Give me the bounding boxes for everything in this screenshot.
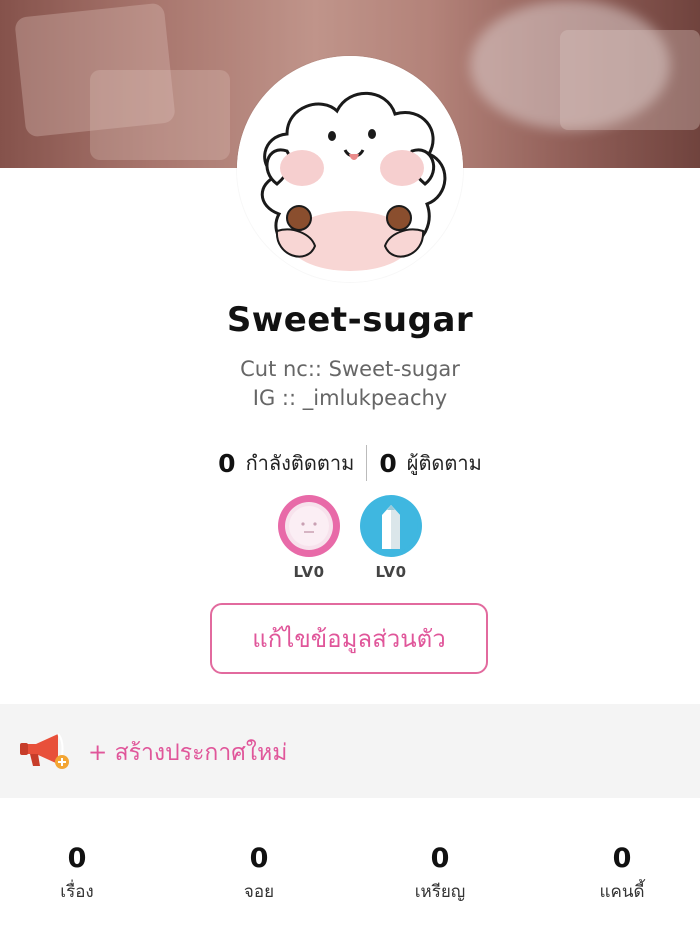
stat-label: จอย	[243, 882, 275, 902]
profile-name: Sweet-sugar	[226, 300, 474, 340]
create-announcement-link[interactable]: + สร้างประกาศใหม่	[88, 735, 287, 771]
edit-profile-button[interactable]: แก้ไขข้อมูลส่วนตัว	[210, 603, 488, 674]
stat-coins[interactable]: 0 เหรียญ	[380, 843, 500, 905]
stat-candy[interactable]: 0 แคนดี้	[562, 843, 682, 905]
stat-value: 0	[430, 843, 450, 874]
badge-level-label: LV0	[293, 563, 325, 581]
stat-label: แคนดี้	[599, 882, 645, 902]
content-stats: 0 เรื่อง 0 จอย 0 เหรียญ 0 แคนดี้	[0, 843, 700, 913]
badge-level-label: LV0	[375, 563, 407, 581]
writer-face-badge-icon	[278, 495, 340, 557]
following-label: กำลังติดตาม	[245, 451, 355, 475]
stat-value: 0	[249, 843, 269, 874]
profile-bio-line: IG :: _imlukpeachy	[252, 386, 448, 410]
pencil-badge-icon	[360, 495, 422, 557]
stat-joy[interactable]: 0 จอย	[199, 843, 319, 905]
follow-stats: 0 กำลังติดตาม 0 ผู้ติดตาม	[0, 445, 700, 481]
stat-stories[interactable]: 0 เรื่อง	[17, 843, 137, 905]
profile-avatar[interactable]	[237, 56, 463, 282]
profile-bio-line: Cut nc:: Sweet-sugar	[240, 357, 460, 381]
followers-label: ผู้ติดตาม	[406, 451, 482, 475]
reader-level-badge[interactable]: LV0	[358, 495, 424, 581]
stat-value: 0	[612, 843, 632, 874]
divider	[366, 445, 368, 481]
followers-count: 0	[379, 448, 397, 478]
stat-label: เหรียญ	[414, 882, 466, 902]
following-count: 0	[218, 448, 236, 478]
followers-stat[interactable]: 0 ผู้ติดตาม	[379, 447, 482, 479]
writer-level-badge[interactable]: LV0	[276, 495, 342, 581]
sheep-avatar-icon	[237, 56, 463, 282]
following-stat[interactable]: 0 กำลังติดตาม	[218, 447, 354, 479]
stat-value: 0	[67, 843, 87, 874]
stat-label: เรื่อง	[60, 882, 94, 902]
megaphone-icon	[20, 733, 69, 769]
level-badges: LV0 LV0	[0, 495, 700, 581]
create-announcement-bar[interactable]: + สร้างประกาศใหม่	[0, 704, 700, 798]
